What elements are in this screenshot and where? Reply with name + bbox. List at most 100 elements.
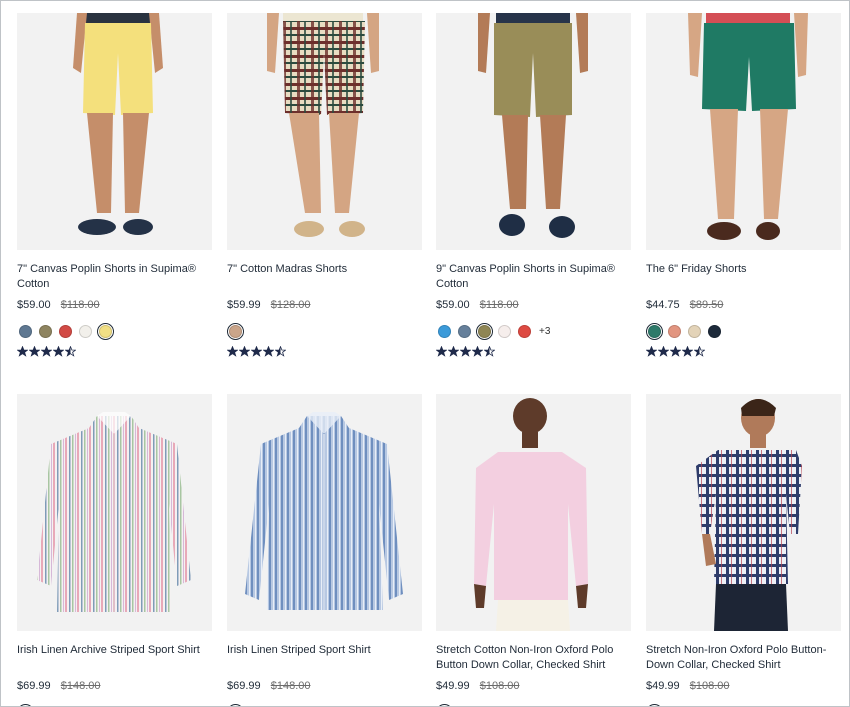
star-full-icon [646, 346, 657, 357]
color-swatches [646, 322, 841, 340]
star-full-icon [263, 346, 274, 357]
color-swatch[interactable] [227, 322, 244, 340]
product-card[interactable]: Stretch Non-Iron Oxford Polo Button-Down… [646, 394, 841, 706]
original-price: $148.00 [60, 680, 101, 692]
color-swatch[interactable] [646, 703, 663, 706]
product-photo [17, 13, 212, 250]
product-image[interactable] [227, 13, 422, 250]
star-full-icon [448, 346, 459, 357]
color-swatch[interactable] [686, 323, 703, 340]
product-card[interactable]: 7" Canvas Poplin Shorts in Supima® Cotto… [17, 13, 212, 358]
color-swatches [646, 703, 841, 706]
star-half-icon [65, 346, 76, 357]
product-title[interactable]: The 6" Friday Shorts [646, 262, 841, 292]
sale-price: $49.99 [436, 680, 470, 692]
original-price: $108.00 [479, 680, 520, 692]
sale-price: $69.99 [17, 680, 51, 692]
product-title[interactable]: Stretch Cotton Non-Iron Oxford Polo Butt… [436, 643, 631, 673]
color-swatch[interactable] [666, 323, 683, 340]
price-row: $69.99 $148.00 [17, 679, 212, 693]
color-swatch[interactable] [516, 323, 533, 340]
color-swatch[interactable] [17, 703, 34, 706]
product-title[interactable]: Irish Linen Archive Striped Sport Shirt [17, 643, 212, 673]
color-swatch[interactable] [476, 322, 493, 340]
product-title[interactable]: 7" Canvas Poplin Shorts in Supima® Cotto… [17, 262, 212, 292]
product-photo [436, 394, 631, 631]
price-row: $69.99 $148.00 [227, 679, 422, 693]
color-swatch[interactable] [37, 323, 54, 340]
price-row: $59.00 $118.00 [17, 298, 212, 312]
product-photo [646, 394, 841, 631]
star-rating [436, 346, 631, 358]
original-price: $118.00 [60, 299, 100, 311]
price-row: $44.75 $89.50 [646, 298, 841, 312]
star-full-icon [41, 346, 52, 357]
star-full-icon [682, 346, 693, 357]
sale-price: $49.99 [646, 680, 680, 692]
product-image[interactable] [17, 13, 212, 250]
original-price: $108.00 [689, 680, 730, 692]
color-swatch[interactable] [436, 703, 453, 706]
star-full-icon [436, 346, 447, 357]
color-swatch[interactable] [456, 323, 473, 340]
product-image[interactable] [227, 394, 422, 631]
color-swatch[interactable] [77, 323, 94, 340]
sale-price: $44.75 [646, 299, 680, 311]
color-swatch[interactable] [57, 323, 74, 340]
product-title[interactable]: 9" Canvas Poplin Shorts in Supima® Cotto… [436, 262, 631, 292]
star-rating [646, 346, 841, 358]
price-row: $49.99 $108.00 [646, 679, 841, 693]
star-full-icon [53, 346, 64, 357]
color-swatch[interactable] [17, 323, 34, 340]
product-title[interactable]: Irish Linen Striped Sport Shirt [227, 643, 422, 673]
star-full-icon [460, 346, 471, 357]
more-colors-count[interactable]: +3 [539, 326, 550, 337]
product-photo [17, 394, 212, 631]
star-full-icon [17, 346, 28, 357]
product-photo [646, 13, 841, 250]
color-swatches [17, 703, 212, 706]
original-price: $118.00 [479, 299, 519, 311]
star-full-icon [670, 346, 681, 357]
product-title[interactable]: 7" Cotton Madras Shorts [227, 262, 422, 292]
color-swatch[interactable] [706, 323, 723, 340]
star-full-icon [251, 346, 262, 357]
product-card[interactable]: Stretch Cotton Non-Iron Oxford Polo Butt… [436, 394, 631, 706]
color-swatch[interactable] [436, 323, 453, 340]
star-full-icon [239, 346, 250, 357]
color-swatch[interactable] [646, 322, 663, 340]
original-price: $89.50 [689, 299, 724, 311]
sale-price: $69.99 [227, 680, 261, 692]
star-full-icon [227, 346, 238, 357]
original-price: $148.00 [270, 680, 311, 692]
product-image[interactable] [646, 394, 841, 631]
product-photo [227, 394, 422, 631]
color-swatches [17, 322, 212, 340]
price-row: $59.00 $118.00 [436, 298, 631, 312]
star-full-icon [658, 346, 669, 357]
sale-price: $59.99 [227, 299, 261, 311]
color-swatch[interactable] [97, 322, 114, 340]
star-half-icon [275, 346, 286, 357]
color-swatches [436, 703, 631, 706]
color-swatch[interactable] [496, 323, 513, 340]
product-card[interactable]: Irish Linen Striped Sport Shirt $69.99 $… [227, 394, 422, 706]
product-image[interactable] [646, 13, 841, 250]
product-image[interactable] [436, 394, 631, 631]
product-grid: 7" Canvas Poplin Shorts in Supima® Cotto… [0, 0, 850, 707]
product-image[interactable] [436, 13, 631, 250]
color-swatch[interactable] [227, 703, 244, 706]
product-card[interactable]: Irish Linen Archive Striped Sport Shirt … [17, 394, 212, 706]
original-price: $128.00 [270, 299, 311, 311]
price-row: $59.99 $128.00 [227, 298, 422, 312]
star-half-icon [484, 346, 495, 357]
color-swatches [227, 322, 422, 340]
product-card[interactable]: 9" Canvas Poplin Shorts in Supima® Cotto… [436, 13, 631, 358]
product-card[interactable]: 7" Cotton Madras Shorts $59.99 $128.00 [227, 13, 422, 358]
product-photo [227, 13, 422, 250]
product-card[interactable]: The 6" Friday Shorts $44.75 $89.50 [646, 13, 841, 358]
product-title[interactable]: Stretch Non-Iron Oxford Polo Button-Down… [646, 643, 841, 673]
product-image[interactable] [17, 394, 212, 631]
color-swatch[interactable] [247, 704, 264, 706]
star-rating [17, 346, 212, 358]
